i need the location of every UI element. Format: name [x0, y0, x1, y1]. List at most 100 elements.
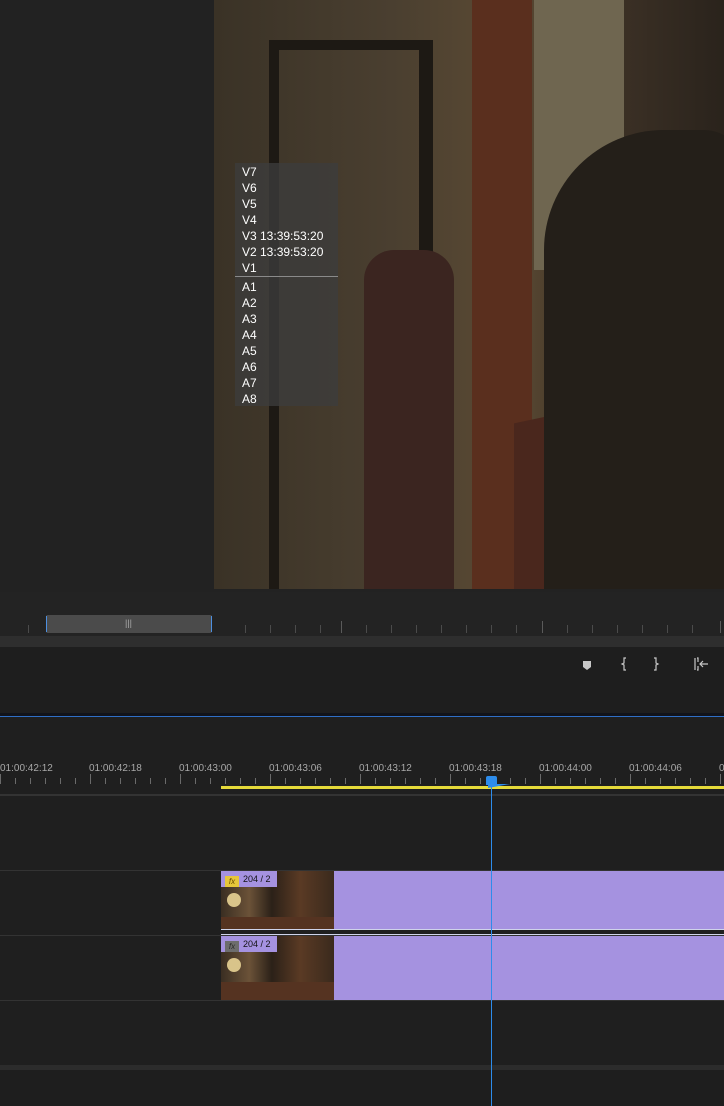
ruler-tick	[465, 778, 466, 784]
ruler-tick	[360, 774, 361, 784]
mini-ruler-tick	[667, 625, 668, 633]
thumbnail-lamp	[227, 893, 241, 907]
ruler-tick	[0, 774, 1, 784]
ruler-tick	[540, 774, 541, 784]
ruler-tick	[315, 778, 316, 784]
ruler-tick	[450, 774, 451, 784]
mini-ruler-tick	[592, 625, 593, 633]
ruler-tick	[375, 778, 376, 784]
overlay-row-a3: A3	[242, 312, 257, 326]
ruler-tick	[180, 774, 181, 784]
ruler-tick	[510, 778, 511, 784]
ruler-tick	[195, 778, 196, 784]
track-timecode-overlay: V7 V6 V5 V4 V3 13:39:53:20 V2 13:39:53:2…	[235, 163, 338, 406]
ruler-tick	[300, 778, 301, 784]
mini-ruler-tick	[270, 625, 271, 633]
ruler-tick	[165, 778, 166, 784]
ruler-tick	[90, 774, 91, 784]
clip-label: fx 204 / 2	[221, 936, 277, 952]
overlay-row-v2: V2 13:39:53:20	[242, 245, 324, 259]
ruler-timecode: 01:00:44:06	[629, 763, 682, 774]
ruler-tick	[120, 778, 121, 784]
ruler-tick	[420, 778, 421, 784]
overlay-row-a6: A6	[242, 360, 257, 374]
grip-icon: |||	[125, 618, 133, 628]
ruler-tick	[645, 778, 646, 784]
fx-badge-icon[interactable]: fx	[225, 941, 239, 952]
ruler-tick	[675, 778, 676, 784]
overlay-row-a8: A8	[242, 392, 257, 406]
overlay-row-v3: V3 13:39:53:20	[242, 229, 324, 243]
zoom-handle-left-edge[interactable]	[46, 616, 47, 632]
mini-ruler-tick	[617, 625, 618, 633]
playhead-line[interactable]	[491, 776, 492, 1106]
mark-in-button[interactable]	[614, 656, 634, 676]
fx-badge-icon[interactable]: fx	[225, 876, 239, 887]
zoom-handle-right-edge[interactable]	[211, 616, 212, 632]
ruler-tick	[390, 778, 391, 784]
mini-ruler-tick	[692, 625, 693, 633]
zoom-scroll-handle[interactable]: |||	[46, 615, 212, 633]
go-to-in-icon	[694, 657, 708, 671]
ruler-tick	[210, 778, 211, 784]
ruler-tick	[285, 778, 286, 784]
overlay-row-v7: V7	[242, 165, 257, 179]
overlay-row-a2: A2	[242, 296, 257, 310]
add-marker-button[interactable]	[577, 656, 597, 676]
ruler-tick	[600, 778, 601, 784]
overlay-row-v6: V6	[242, 181, 257, 195]
mini-ruler-tick	[341, 621, 342, 633]
thumbnail-table	[221, 982, 334, 1000]
playhead-handle[interactable]	[486, 776, 497, 785]
clip-name: 204 / 2	[243, 939, 271, 949]
mini-ruler-tick	[466, 625, 467, 633]
monitor-divider	[0, 636, 724, 647]
mini-ruler-tick	[642, 625, 643, 633]
ruler-tick	[225, 778, 226, 784]
ruler-tick	[135, 778, 136, 784]
track-empty-lower[interactable]	[0, 1000, 724, 1066]
ruler-tick	[15, 778, 16, 784]
mark-in-icon	[620, 657, 626, 671]
ruler-tick	[345, 778, 346, 784]
ruler-tick	[30, 778, 31, 784]
ruler-tick	[435, 778, 436, 784]
mini-ruler-tick	[567, 625, 568, 633]
ruler-tick	[75, 778, 76, 784]
ruler-tick	[525, 778, 526, 784]
video-person	[544, 130, 724, 589]
track-empty-upper[interactable]	[0, 795, 724, 871]
ruler-timecode: 01:00:43:18	[449, 763, 502, 774]
ruler-tick	[615, 778, 616, 784]
add-marker-icon	[583, 661, 591, 670]
mini-ruler-tick	[366, 625, 367, 633]
ruler-tick	[240, 778, 241, 784]
overlay-row-v4: V4	[242, 213, 257, 227]
ruler-timecode: 01:00:43:00	[179, 763, 232, 774]
ruler-tick	[570, 778, 571, 784]
mark-out-button[interactable]	[646, 656, 666, 676]
mini-ruler-tick	[28, 625, 29, 633]
mini-ruler-tick	[542, 621, 543, 633]
video-chair	[364, 250, 454, 589]
mini-ruler-tick	[516, 625, 517, 633]
mark-out-icon	[654, 657, 660, 671]
overlay-row-a1: A1	[242, 280, 257, 294]
go-to-in-button[interactable]	[691, 656, 711, 676]
ruler-tick	[555, 778, 556, 784]
video-clip[interactable]: fx 204 / 2	[221, 871, 724, 935]
thumbnail-lamp	[227, 958, 241, 972]
audio-clip[interactable]: fx 204 / 2	[221, 936, 724, 1000]
ruler-tick	[405, 778, 406, 784]
ruler-tick	[105, 778, 106, 784]
ruler-timecode: 01:00:42:18	[89, 763, 142, 774]
clip-label: fx 204 / 2	[221, 871, 277, 887]
ruler-tick	[270, 774, 271, 784]
work-area-bar[interactable]	[221, 786, 724, 789]
ruler-tick	[630, 774, 631, 784]
overlay-row-a4: A4	[242, 328, 257, 342]
overlay-row-a5: A5	[242, 344, 257, 358]
mini-ruler-tick	[441, 625, 442, 633]
mini-ruler-tick	[491, 625, 492, 633]
timeline-scrollbar[interactable]	[0, 1065, 724, 1070]
